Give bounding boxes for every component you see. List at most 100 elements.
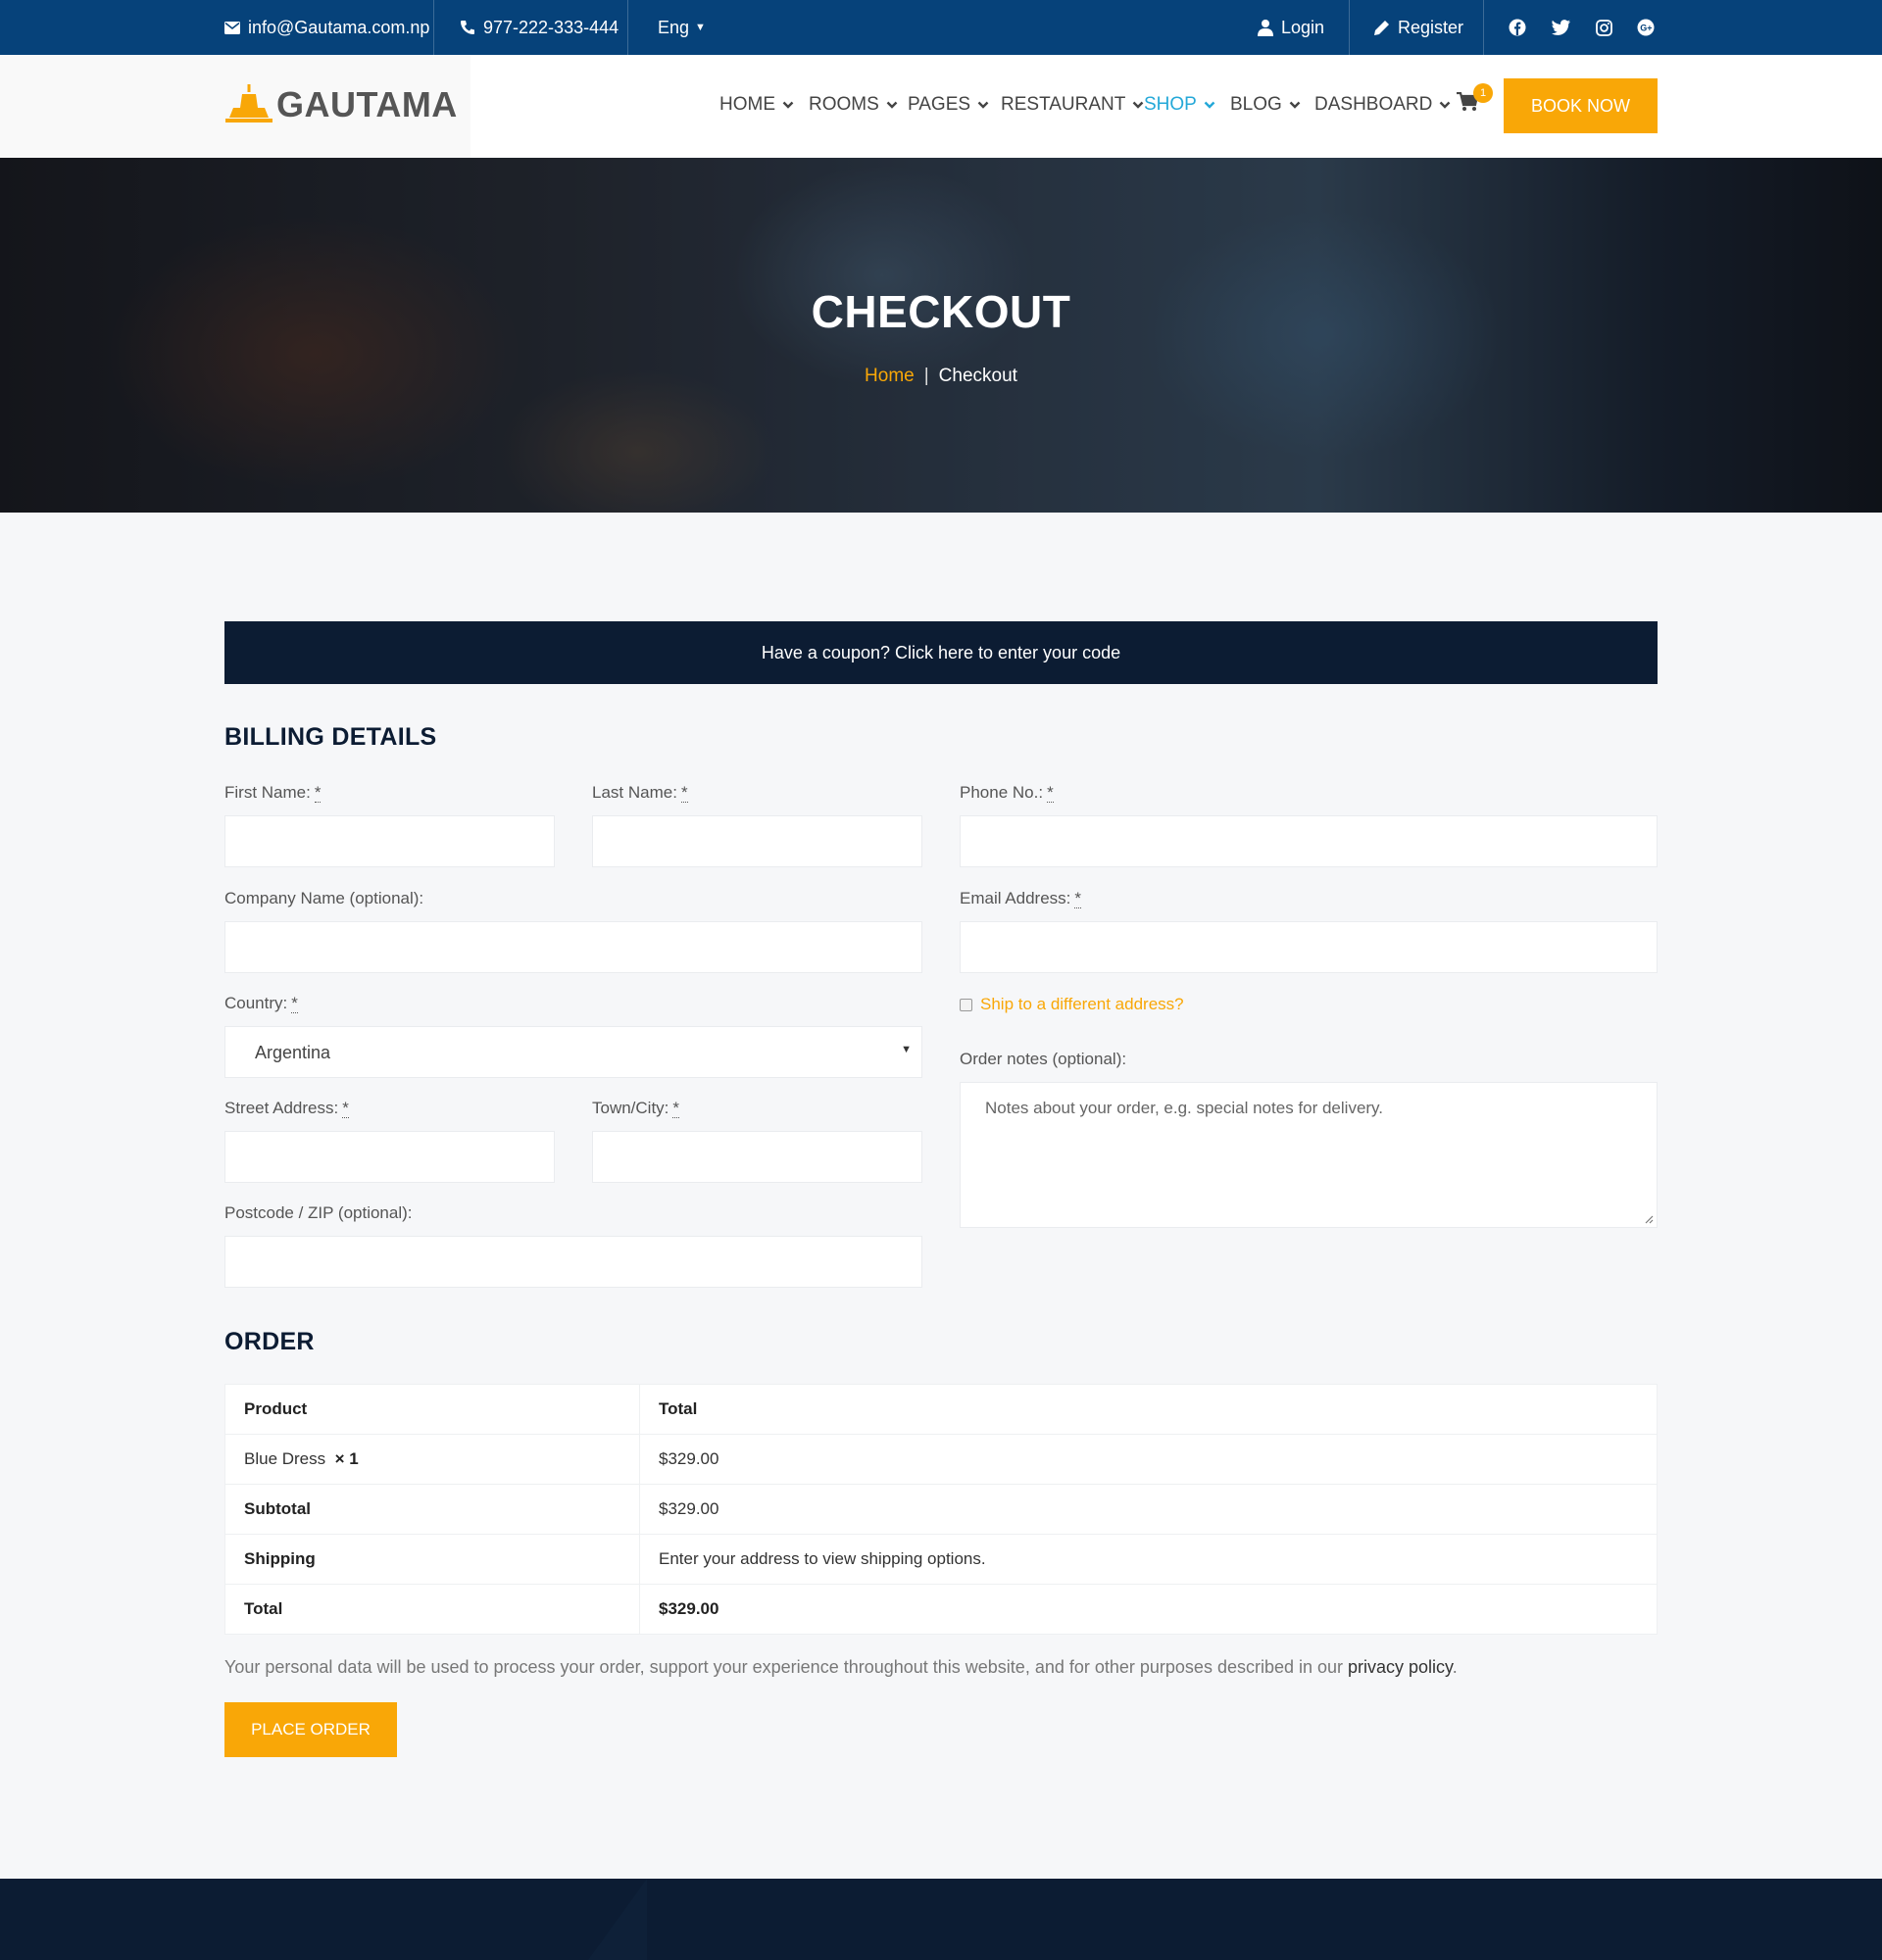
postcode-input[interactable] xyxy=(224,1236,922,1288)
twitter-icon[interactable] xyxy=(1547,14,1574,41)
user-icon xyxy=(1258,20,1273,36)
label-text: Order notes (optional): xyxy=(960,1050,1127,1068)
nav-label: RESTAURANT xyxy=(1001,94,1126,115)
total-label: Total xyxy=(224,1584,640,1635)
book-now-button[interactable]: BOOK NOW xyxy=(1504,78,1658,133)
label-text: Company Name (optional): xyxy=(224,889,424,907)
register-link[interactable]: Register xyxy=(1373,0,1463,55)
shipping-value: Enter your address to view shipping opti… xyxy=(639,1534,1658,1585)
email-text: info@Gautama.com.np xyxy=(248,17,430,37)
order-heading: ORDER xyxy=(224,1328,315,1355)
company-input[interactable] xyxy=(224,921,922,973)
place-order-button[interactable]: PLACE ORDER xyxy=(224,1702,397,1757)
nav-label: BLOG xyxy=(1230,94,1282,115)
ship-different-checkbox[interactable] xyxy=(960,998,972,1011)
required-mark: * xyxy=(314,783,322,803)
privacy-text: Your personal data will be used to proce… xyxy=(224,1657,1349,1677)
nav-shop[interactable]: SHOP xyxy=(1144,94,1215,116)
nav-blog[interactable]: BLOG xyxy=(1230,94,1301,116)
shipping-label: Shipping xyxy=(224,1534,640,1585)
required-mark: * xyxy=(1074,889,1082,908)
chevron-down-icon xyxy=(977,101,989,109)
subtotal-label: Subtotal xyxy=(224,1484,640,1535)
divider xyxy=(1349,0,1350,55)
cart-count-badge: 1 xyxy=(1473,83,1493,103)
page-title: CHECKOUT xyxy=(811,286,1071,337)
product-name: Blue Dress xyxy=(244,1449,326,1468)
phone-label: Phone No.: * xyxy=(960,783,1054,803)
product-cell: Blue Dress × 1 xyxy=(224,1434,640,1485)
resize-handle-icon[interactable] xyxy=(1644,1214,1654,1224)
caret-down-icon: ▼ xyxy=(901,1044,912,1055)
subtotal-value: $329.00 xyxy=(639,1484,1658,1535)
country-select[interactable]: Argentina ▼ xyxy=(224,1026,922,1078)
coupon-toggle-bar[interactable]: Have a coupon? Click here to enter your … xyxy=(224,621,1658,684)
country-value: Argentina xyxy=(255,1043,331,1062)
chevron-down-icon xyxy=(1204,101,1215,109)
email-link[interactable]: info@Gautama.com.np xyxy=(224,0,429,55)
street-label: Street Address: * xyxy=(224,1099,349,1118)
last-name-input[interactable] xyxy=(592,815,922,867)
google-plus-icon[interactable]: G+ xyxy=(1632,14,1659,41)
nav-dashboard[interactable]: DASHBOARD xyxy=(1314,94,1451,116)
logo-text: GAUTAMA xyxy=(276,84,458,124)
chevron-down-icon xyxy=(782,101,794,109)
pencil-icon xyxy=(1374,20,1389,35)
breadcrumb-home[interactable]: Home xyxy=(865,366,915,386)
order-table: Product Total Blue Dress × 1 $329.00 Sub… xyxy=(224,1384,1658,1635)
table-row: Blue Dress × 1 $329.00 xyxy=(224,1434,1658,1485)
caret-down-icon: ▼ xyxy=(695,22,706,33)
breadcrumb-separator: | xyxy=(923,366,929,386)
email-input[interactable] xyxy=(960,921,1658,973)
table-header-row: Product Total xyxy=(224,1384,1658,1435)
label-text: First Name: xyxy=(224,783,311,802)
facebook-icon[interactable] xyxy=(1504,14,1531,41)
ship-different-toggle[interactable]: Ship to a different address? xyxy=(960,995,1184,1014)
country-label: Country: * xyxy=(224,994,298,1013)
nav-label: HOME xyxy=(719,94,775,115)
footer-decoration xyxy=(588,1879,647,1960)
column-header-total: Total xyxy=(639,1384,1658,1435)
nav-label: ROOMS xyxy=(809,94,879,115)
svg-text:G+: G+ xyxy=(1640,24,1652,33)
divider xyxy=(1483,0,1484,55)
label-text: Last Name: xyxy=(592,783,677,802)
order-notes-label: Order notes (optional): xyxy=(960,1050,1126,1069)
language-dropdown[interactable]: Eng ▼ xyxy=(658,0,706,55)
chevron-down-icon xyxy=(1289,101,1301,109)
login-link[interactable]: Login xyxy=(1258,0,1324,55)
envelope-icon xyxy=(224,21,240,34)
town-input[interactable] xyxy=(592,1131,922,1183)
required-mark: * xyxy=(1047,783,1054,803)
required-mark: * xyxy=(680,783,688,803)
total-value: $329.00 xyxy=(639,1584,1658,1635)
main-header: GAUTAMA HOME ROOMS PAGES RESTAURANT SHOP… xyxy=(0,55,1882,158)
register-label: Register xyxy=(1398,17,1464,37)
privacy-policy-link[interactable]: privacy policy xyxy=(1348,1657,1453,1677)
instagram-icon[interactable] xyxy=(1590,14,1617,41)
phone-icon xyxy=(461,21,474,34)
table-row: Subtotal $329.00 xyxy=(224,1484,1658,1535)
first-name-input[interactable] xyxy=(224,815,555,867)
phone-input[interactable] xyxy=(960,815,1658,867)
order-notes-textarea[interactable]: Notes about your order, e.g. special not… xyxy=(960,1082,1658,1228)
street-input[interactable] xyxy=(224,1131,555,1183)
phone-link[interactable]: 977-222-333-444 xyxy=(460,0,619,55)
label-text: Postcode / ZIP (optional): xyxy=(224,1203,413,1222)
nav-restaurant[interactable]: RESTAURANT xyxy=(1001,94,1144,116)
email-label: Email Address: * xyxy=(960,889,1082,908)
order-notes-placeholder: Notes about your order, e.g. special not… xyxy=(985,1099,1384,1117)
nav-rooms[interactable]: ROOMS xyxy=(809,94,898,116)
nav-pages[interactable]: PAGES xyxy=(908,94,989,116)
postcode-label: Postcode / ZIP (optional): xyxy=(224,1203,413,1223)
required-mark: * xyxy=(291,994,298,1013)
stupa-logo-icon xyxy=(225,84,272,122)
breadcrumb-current: Checkout xyxy=(938,366,1017,386)
billing-heading: BILLING DETAILS xyxy=(224,723,437,751)
nav-home[interactable]: HOME xyxy=(719,94,794,116)
site-logo[interactable]: GAUTAMA xyxy=(225,84,458,125)
first-name-label: First Name: * xyxy=(224,783,322,803)
ship-different-label[interactable]: Ship to a different address? xyxy=(980,995,1184,1014)
hero-banner: CHECKOUT Home | Checkout xyxy=(0,158,1882,513)
coupon-text: Have a coupon? Click here to enter your … xyxy=(761,642,1121,662)
